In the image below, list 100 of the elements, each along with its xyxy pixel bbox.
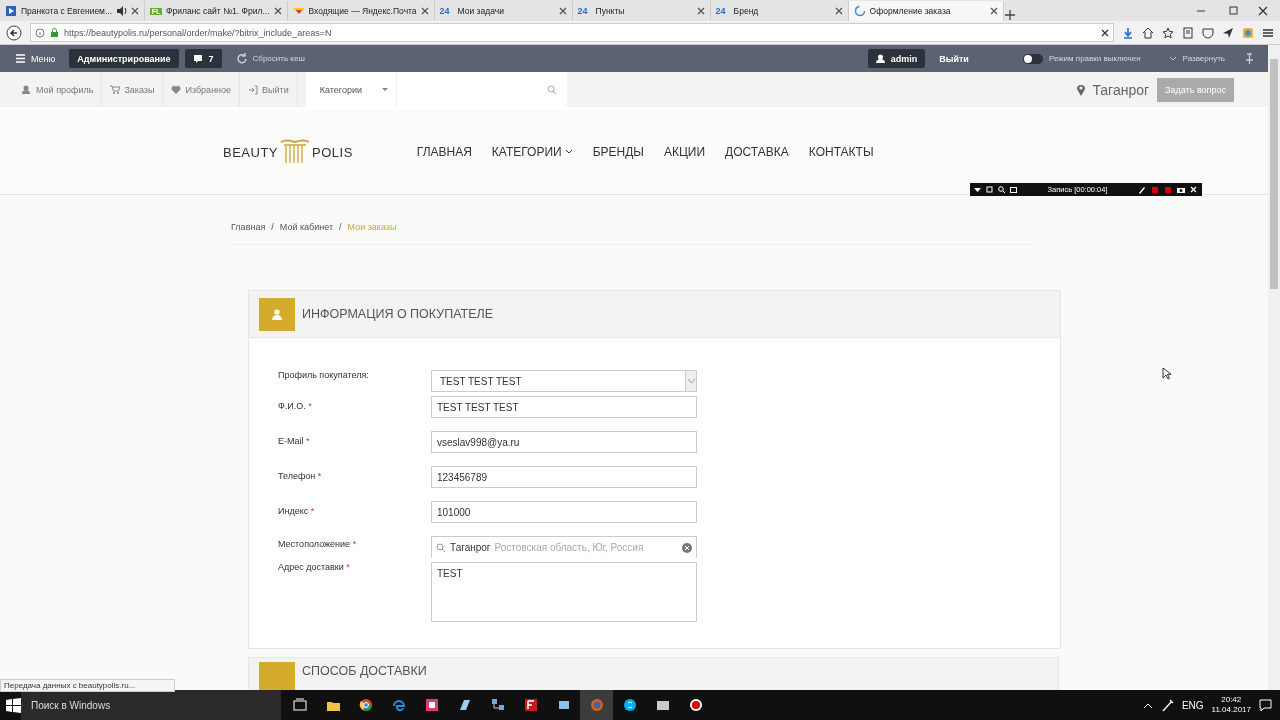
camera-icon[interactable] <box>1177 185 1185 194</box>
address-bar[interactable]: https://beautypolis.ru/personal/order/make/?bitrix_include_areas=N <box>30 23 1114 42</box>
taskbar-search-field[interactable]: Поиск в Windows <box>21 690 281 720</box>
nav-link[interactable]: КОНТАКТЫ <box>808 145 874 159</box>
pin-icon[interactable] <box>1245 52 1254 65</box>
breadcrumb-separator: / <box>339 222 342 234</box>
search-field[interactable] <box>397 72 567 107</box>
nav-link[interactable]: КАТЕГОРИИ <box>491 145 573 159</box>
tab-title: Оформление заказа <box>869 6 952 16</box>
logo-text: POLIS <box>312 144 353 160</box>
edit-mode-toggle[interactable] <box>1022 53 1043 64</box>
chevron-up-icon[interactable] <box>1142 701 1153 709</box>
caret-icon <box>382 88 388 91</box>
clock[interactable]: 20:42 11.04.2017 <box>1211 695 1251 715</box>
nav-link[interactable]: ДОСТАВКА <box>725 145 789 159</box>
url-text: https://beautypolis.ru/personal/order/make/?bitrix_include_areas=N <box>64 27 333 38</box>
heart-icon <box>171 84 182 95</box>
tab-title: Пранкота с Евгением... <box>21 6 113 16</box>
comments-button[interactable]: 7 <box>184 49 222 68</box>
pen-icon[interactable] <box>1160 698 1174 712</box>
window-icon[interactable] <box>986 185 993 194</box>
user-icon <box>22 84 32 95</box>
close-icon[interactable] <box>1101 28 1109 37</box>
back-icon[interactable] <box>6 24 22 41</box>
pocket-icon[interactable] <box>1202 26 1214 39</box>
zoom-icon[interactable] <box>998 185 1005 194</box>
app-icon[interactable] <box>556 698 571 712</box>
browser-icon[interactable] <box>358 698 373 712</box>
extension-icon[interactable] <box>1242 26 1254 39</box>
user-button[interactable]: admin <box>867 49 926 68</box>
city-selector[interactable]: Таганрог <box>1076 81 1150 98</box>
nav-link[interactable]: ГЛАВНАЯ <box>416 145 472 159</box>
clear-cache-button[interactable]: Сбросить кеш <box>227 49 313 68</box>
home-icon[interactable] <box>1142 26 1154 39</box>
favicon: 24 <box>439 6 451 16</box>
language-indicator[interactable]: ENG <box>1181 699 1204 711</box>
ftp-client-icon[interactable] <box>523 698 538 712</box>
field-label: Профиль покупателя: <box>278 370 370 380</box>
restore-icon[interactable] <box>1228 6 1238 16</box>
expand-button[interactable]: Развернуть <box>1160 49 1233 68</box>
comment-icon <box>192 53 203 64</box>
reading-list-icon[interactable] <box>1182 26 1194 39</box>
scrollbar[interactable] <box>1268 45 1280 690</box>
favicon: 24 <box>577 6 589 16</box>
edit-mode-state: выключен <box>1103 54 1141 63</box>
breadcrumb-link[interactable]: Главная <box>231 222 266 236</box>
text-field[interactable]: TEST TEST TEST <box>431 396 697 418</box>
pencil-icon[interactable] <box>1138 185 1146 194</box>
record-icon[interactable] <box>688 698 703 712</box>
notifications-icon[interactable] <box>1259 698 1272 712</box>
text-field[interactable]: 101000 <box>431 501 697 523</box>
favicon: 24 <box>715 6 727 16</box>
section-icon <box>259 297 295 331</box>
menu-button[interactable]: Меню <box>8 49 64 68</box>
new-tab-icon[interactable] <box>1003 9 1016 21</box>
notepad-icon[interactable] <box>457 698 472 712</box>
field-label: Ф.И.О. * <box>278 400 313 411</box>
star-icon[interactable] <box>1162 26 1174 39</box>
breadcrumb-separator: / <box>271 222 274 234</box>
address-field[interactable]: TEST <box>431 562 697 622</box>
categories-dropdown[interactable]: Категории <box>305 72 397 107</box>
task-view-icon[interactable] <box>292 698 307 712</box>
chat-icon[interactable] <box>622 698 637 712</box>
breadcrumb-link[interactable]: Мой кабинет <box>279 222 334 236</box>
menu-icon <box>16 54 25 63</box>
logo[interactable]: BEAUTY POLIS <box>223 139 353 165</box>
field-label: E-Mail * <box>278 435 311 446</box>
admin-button[interactable]: Администрирование <box>69 49 179 68</box>
refresh-icon <box>235 53 247 64</box>
nav-link[interactable]: БРЕНДЫ <box>592 145 644 159</box>
field-label: Индекс * <box>278 505 316 516</box>
tab-title: Фриланс сайт №1. Фрил... <box>166 6 270 16</box>
download-icon[interactable] <box>1122 26 1134 39</box>
browser-tab[interactable]: Оформление заказа <box>848 1 1004 21</box>
text-field[interactable]: 123456789 <box>431 466 697 488</box>
send-icon[interactable] <box>1222 26 1234 39</box>
windows-logo-icon[interactable] <box>6 697 21 713</box>
logout-icon <box>248 84 259 95</box>
cursor-icon <box>1162 367 1171 380</box>
app-icon[interactable] <box>424 698 439 712</box>
profile-select[interactable]: TEST TEST TEST <box>431 370 697 392</box>
field-label: Местоположение * <box>278 538 358 549</box>
favicon-icon <box>5 5 17 17</box>
close-icon[interactable] <box>1258 6 1268 16</box>
close-icon[interactable] <box>989 7 998 15</box>
region-icon[interactable] <box>1010 185 1017 194</box>
clear-icon[interactable] <box>682 542 692 553</box>
status-text: Передача данных с beautypolis.ru... <box>4 681 136 690</box>
text-field[interactable]: vseslav998@ya.ru <box>431 431 697 453</box>
logout-button[interactable]: Выйти <box>931 49 977 68</box>
network-icon[interactable] <box>490 698 505 712</box>
caret-icon[interactable] <box>974 185 981 194</box>
speaker-icon[interactable] <box>116 5 128 17</box>
menu-icon[interactable] <box>1262 26 1274 39</box>
tab-title: Бренд <box>733 6 760 16</box>
nav-link[interactable]: АКЦИИ <box>664 145 706 159</box>
cart-icon <box>110 84 121 95</box>
tab-title: Мои задачи <box>457 6 505 16</box>
app-icon[interactable] <box>655 698 670 712</box>
location-field[interactable]: Таганрог Ростовская область, Юг, Россия <box>431 536 697 558</box>
